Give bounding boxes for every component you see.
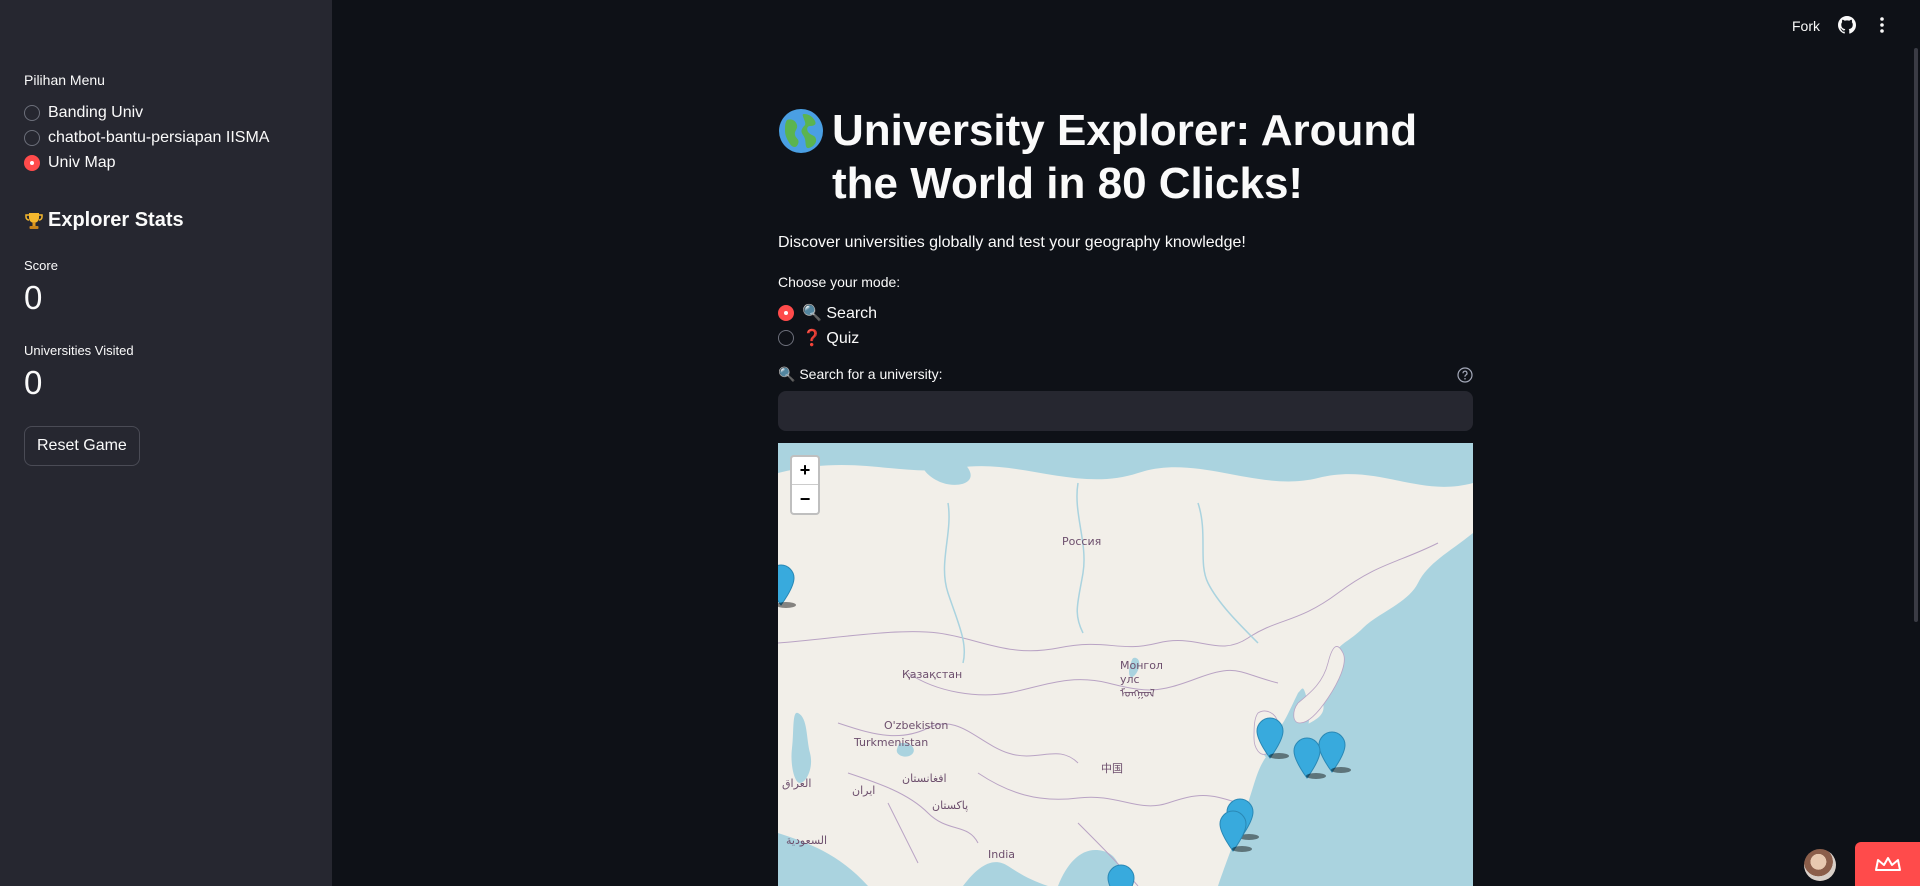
zoom-out-button[interactable]: − [792,485,818,513]
map-label-iraq: العراق [782,777,812,790]
radio-selected[interactable] [778,304,794,321]
fork-button[interactable]: Fork [1792,18,1820,34]
menu-option-label: Univ Map [48,153,116,171]
map-label-saudi-arabia: السعودية [786,834,828,847]
visited-label: Universities Visited [24,343,134,358]
stats-heading: Explorer Stats [24,209,308,232]
github-icon[interactable] [1838,16,1856,34]
map-zoom-control: + − [790,455,820,515]
map-marker[interactable] [778,563,796,609]
score-label: Score [24,258,58,273]
map-marker[interactable] [1106,863,1142,886]
streamlit-badge[interactable] [1855,842,1920,886]
map-marker[interactable] [1255,716,1291,762]
menu-option-label: Banding Univ [48,103,144,121]
map-label-afghanistan: افغانستان [902,772,947,785]
map-label-turkmenistan: Turkmenistan [854,736,929,749]
main-content: University Explorer: Around the World in… [778,104,1473,431]
page-scrollbar[interactable] [1914,48,1918,622]
map-label-mongolia: Монгол улс ᠮᠣᠩᠭᠣᠯ [1120,659,1163,700]
university-map[interactable]: Россия Қазақстан Монгол улс ᠮᠣᠩᠭᠣᠯ O'zbe… [778,443,1473,886]
kebab-menu-icon[interactable] [1878,16,1886,34]
map-label-india: India [988,848,1015,861]
mode-option-label: 🔍 Search [802,304,878,322]
search-input[interactable] [778,391,1473,431]
search-label-row: 🔍 Search for a university: [778,366,1473,383]
map-marker[interactable] [1218,809,1254,855]
zoom-in-button[interactable]: + [792,457,818,485]
help-icon[interactable] [1457,366,1473,383]
menu-option-chatbot[interactable]: chatbot-bantu-persiapan IISMA [24,125,308,150]
search-label: 🔍 Search for a university: [778,366,943,382]
globe-icon [779,109,823,153]
mode-option-label: ❓ Quiz [802,329,860,347]
mode-label: Choose your mode: [778,274,901,290]
menu-option-banding-univ[interactable]: Banding Univ [24,100,308,125]
map-label-kazakhstan: Қазақстан [902,668,963,681]
menu-option-label: chatbot-bantu-persiapan IISMA [48,128,270,146]
map-label-pakistan: پاکستان [932,799,969,812]
mode-option-search[interactable]: 🔍 Search [778,300,1473,325]
map-label-russia: Россия [1062,535,1102,548]
page-title-text: University Explorer: Around the World in… [832,106,1418,208]
map-label-uzbekistan: O'zbekiston [884,719,949,732]
map-marker[interactable] [1292,736,1328,782]
map-label-china: 中国 [1101,762,1123,775]
sidebar: Pilihan Menu Banding Univ chatbot-bantu-… [0,0,332,886]
stats-title: Explorer Stats [48,209,184,231]
menu-label: Pilihan Menu [24,72,105,88]
crown-icon [1874,857,1901,871]
trophy-icon [25,212,43,229]
visited-value: 0 [24,364,43,401]
radio-selected[interactable] [24,154,40,171]
score-value: 0 [24,279,43,316]
reset-game-button[interactable]: Reset Game [24,426,140,466]
page-subtitle: Discover universities globally and test … [778,234,1246,251]
radio-unselected[interactable] [778,329,794,346]
menu-option-univ-map[interactable]: Univ Map [24,150,308,175]
map-label-iran: ایران [852,784,876,797]
radio-unselected[interactable] [24,104,40,121]
radio-unselected[interactable] [24,129,40,146]
page-title: University Explorer: Around the World in… [778,104,1473,210]
avatar[interactable] [1804,849,1836,881]
mode-option-quiz[interactable]: ❓ Quiz [778,325,1473,350]
